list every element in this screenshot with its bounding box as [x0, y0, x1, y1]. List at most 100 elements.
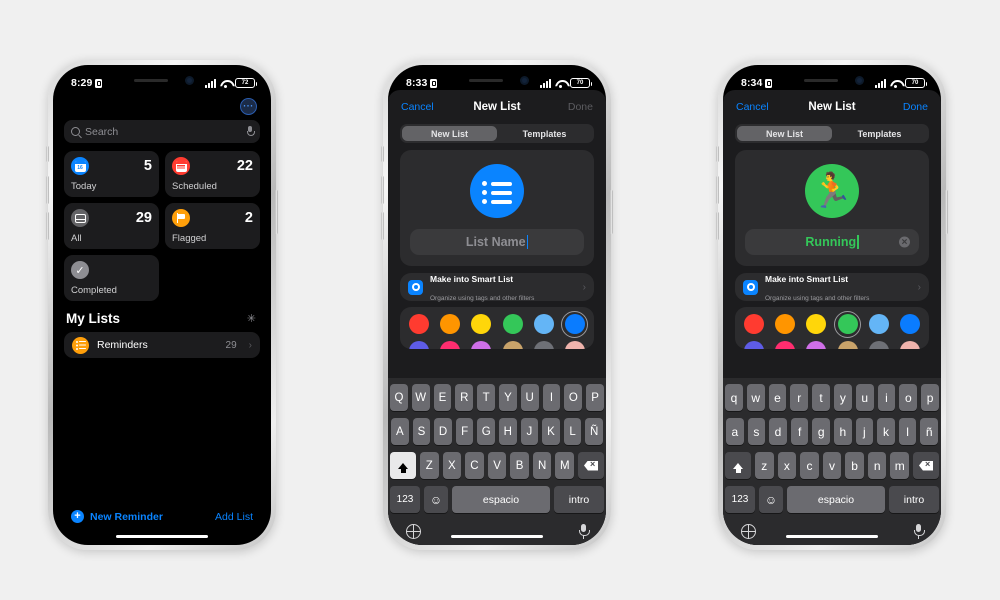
enter-key[interactable]: intro	[889, 486, 939, 513]
key-H[interactable]: H	[499, 418, 517, 445]
key-N[interactable]: N	[532, 452, 552, 479]
smart-list-card-scheduled[interactable]: 22 Scheduled	[165, 151, 260, 197]
key-F[interactable]: F	[455, 418, 474, 445]
key-e[interactable]: e	[768, 384, 787, 411]
tab-templates[interactable]: Templates	[832, 126, 927, 141]
key-C[interactable]: C	[465, 452, 484, 479]
key-l[interactable]: l	[898, 418, 917, 445]
color-swatch[interactable]	[899, 341, 920, 349]
color-swatch[interactable]	[533, 341, 554, 349]
list-item-reminders[interactable]: Reminders 29 ›	[64, 332, 260, 358]
key-z[interactable]: z	[755, 452, 774, 479]
make-smart-list-row[interactable]: Make into Smart List Organize using tags…	[735, 273, 929, 302]
key-B[interactable]: B	[510, 452, 529, 479]
key-d[interactable]: d	[769, 418, 787, 445]
color-swatch[interactable]	[502, 341, 523, 349]
key-K[interactable]: K	[542, 418, 560, 445]
space-key[interactable]: espacio	[787, 486, 885, 513]
clear-text-icon[interactable]: ✕	[899, 236, 910, 248]
key-y[interactable]: y	[834, 384, 852, 411]
numbers-key[interactable]: 123	[725, 486, 755, 513]
color-swatch[interactable]	[409, 314, 429, 334]
key-Z[interactable]: Z	[420, 452, 439, 479]
silent-switch[interactable]	[381, 146, 384, 162]
power-button[interactable]	[275, 190, 278, 234]
tab-templates[interactable]: Templates	[497, 126, 592, 141]
microphone-icon[interactable]	[579, 524, 590, 539]
running-person-icon[interactable]: 🏃	[805, 164, 859, 218]
key-O[interactable]: O	[564, 384, 583, 411]
enter-key[interactable]: intro	[554, 486, 604, 513]
key-Ñ[interactable]: Ñ	[585, 418, 603, 445]
key-ñ[interactable]: ñ	[920, 418, 938, 445]
key-J[interactable]: J	[520, 418, 539, 445]
key-r[interactable]: r	[790, 384, 809, 411]
new-reminder-button[interactable]: + New Reminder	[71, 510, 163, 523]
numbers-key[interactable]: 123	[390, 486, 420, 513]
key-G[interactable]: G	[477, 418, 495, 445]
key-i[interactable]: i	[877, 384, 896, 411]
color-swatch[interactable]	[533, 314, 554, 334]
key-a[interactable]: a	[726, 418, 744, 445]
emoji-icon[interactable]: ☺	[759, 486, 783, 513]
tab-new-list[interactable]: New List	[737, 126, 832, 141]
key-s[interactable]: s	[747, 418, 766, 445]
done-button[interactable]: Done	[555, 101, 593, 113]
color-swatch[interactable]	[806, 341, 827, 349]
more-options-button[interactable]: ···	[240, 98, 257, 115]
key-P[interactable]: P	[586, 384, 604, 411]
emoji-icon[interactable]: ☺	[424, 486, 448, 513]
key-Y[interactable]: Y	[499, 384, 517, 411]
volume-up-button[interactable]	[46, 176, 49, 204]
color-swatch[interactable]	[564, 341, 585, 349]
key-v[interactable]: v	[822, 452, 842, 479]
power-button[interactable]	[610, 190, 613, 234]
smart-list-card-completed[interactable]: ✓ Completed	[64, 255, 159, 301]
shift-icon[interactable]	[725, 452, 751, 479]
done-button[interactable]: Done	[890, 101, 928, 113]
key-E[interactable]: E	[433, 384, 452, 411]
key-b[interactable]: b	[845, 452, 864, 479]
color-swatch[interactable]	[806, 314, 827, 334]
sparkle-icon[interactable]: ✳	[247, 312, 256, 325]
color-swatch[interactable]	[868, 314, 889, 334]
home-indicator[interactable]	[786, 534, 878, 538]
cancel-button[interactable]: Cancel	[401, 101, 439, 113]
globe-icon[interactable]	[405, 523, 421, 539]
color-swatch[interactable]	[775, 314, 796, 334]
color-swatch[interactable]	[561, 310, 589, 338]
key-W[interactable]: W	[411, 384, 430, 411]
silent-switch[interactable]	[716, 146, 719, 162]
smart-list-card-today[interactable]: 16 5 Today	[64, 151, 159, 197]
color-swatch[interactable]	[834, 310, 862, 338]
key-c[interactable]: c	[800, 452, 819, 479]
list-name-input[interactable]: List Name	[410, 229, 584, 255]
color-swatch[interactable]	[440, 341, 461, 349]
key-T[interactable]: T	[477, 384, 495, 411]
color-swatch[interactable]	[409, 341, 429, 349]
key-Q[interactable]: Q	[390, 384, 408, 411]
key-f[interactable]: f	[790, 418, 809, 445]
key-S[interactable]: S	[412, 418, 431, 445]
volume-down-button[interactable]	[46, 212, 49, 240]
search-input[interactable]: Search	[64, 120, 260, 143]
key-u[interactable]: u	[855, 384, 874, 411]
volume-down-button[interactable]	[381, 212, 384, 240]
key-h[interactable]: h	[834, 418, 852, 445]
tab-new-list[interactable]: New List	[402, 126, 497, 141]
delete-icon[interactable]	[578, 452, 604, 479]
color-swatch[interactable]	[744, 314, 764, 334]
microphone-icon[interactable]	[914, 524, 925, 539]
key-V[interactable]: V	[487, 452, 507, 479]
power-button[interactable]	[945, 190, 948, 234]
silent-switch[interactable]	[46, 146, 49, 162]
add-list-button[interactable]: Add List	[215, 511, 253, 523]
key-m[interactable]: m	[890, 452, 910, 479]
color-swatch[interactable]	[775, 341, 796, 349]
globe-icon[interactable]	[740, 523, 756, 539]
key-k[interactable]: k	[877, 418, 895, 445]
key-A[interactable]: A	[391, 418, 409, 445]
make-smart-list-row[interactable]: Make into Smart List Organize using tags…	[400, 273, 594, 302]
volume-up-button[interactable]	[381, 176, 384, 204]
key-U[interactable]: U	[520, 384, 539, 411]
